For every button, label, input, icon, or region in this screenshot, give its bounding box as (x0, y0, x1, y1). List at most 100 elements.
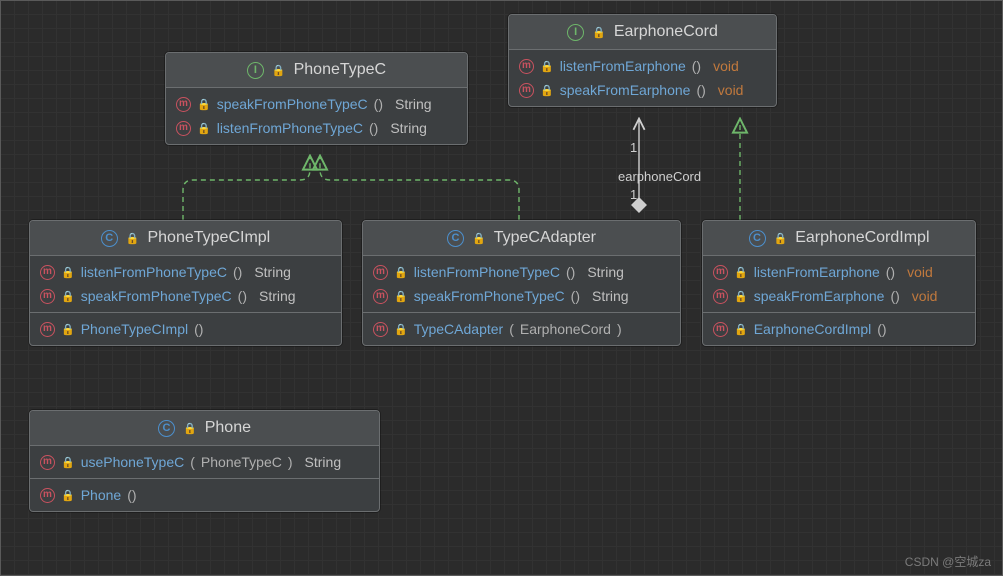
lock-icon: 🔒 (774, 232, 788, 245)
class-icon: C (158, 420, 175, 437)
lock-icon: 🔒 (394, 323, 408, 336)
method-row: m🔒speakFromPhoneTypeC()String (30, 284, 341, 308)
return-type: void (713, 58, 739, 74)
class-title: PhoneTypeC (294, 61, 387, 79)
role-label: earphoneCord (618, 169, 701, 184)
method-icon: m (40, 265, 55, 280)
class-header: C 🔒 TypeCAdapter (363, 221, 680, 256)
lock-icon: 🔒 (734, 266, 748, 279)
lock-icon: 🔒 (394, 266, 408, 279)
class-header: C 🔒 Phone (30, 411, 379, 446)
method-row: m🔒TypeCAdapter(EarphoneCord) (363, 317, 680, 341)
method-row: m 🔒 speakFromEarphone () void (509, 78, 776, 102)
method-params: () (374, 96, 383, 112)
method-icon: m (40, 488, 55, 503)
lock-icon: 🔒 (734, 290, 748, 303)
method-params: () (890, 288, 899, 304)
method-params: () (696, 82, 705, 98)
method-name: PhoneTypeCImpl (81, 321, 188, 337)
method-icon: m (713, 322, 728, 337)
watermark: CSDN @空城za (905, 553, 991, 570)
return-type: String (259, 288, 296, 304)
lock-icon: 🔒 (61, 266, 75, 279)
method-name: speakFromPhoneTypeC (81, 288, 232, 304)
class-header: I 🔒 PhoneTypeC (166, 53, 467, 88)
lock-icon: 🔒 (394, 290, 408, 303)
method-params: () (233, 264, 242, 280)
class-icon: C (749, 230, 766, 247)
method-name: listenFromPhoneTypeC (81, 264, 227, 280)
method-icon: m (40, 455, 55, 470)
method-icon: m (373, 322, 388, 337)
class-icon: C (447, 230, 464, 247)
lock-icon: 🔒 (183, 422, 197, 435)
lock-icon: 🔒 (272, 64, 286, 77)
method-params-pre: ( (509, 321, 514, 337)
method-name: speakFromEarphone (560, 82, 691, 98)
lock-icon: 🔒 (734, 323, 748, 336)
method-name: speakFromPhoneTypeC (414, 288, 565, 304)
return-type: void (718, 82, 744, 98)
return-type: String (395, 96, 432, 112)
lock-icon: 🔒 (540, 60, 554, 73)
class-title: Phone (205, 419, 251, 437)
class-title: EarphoneCord (614, 23, 718, 41)
class-phonetypec[interactable]: I 🔒 PhoneTypeC m🔒speakFromPhoneTypeC()St… (165, 52, 468, 145)
method-icon: m (373, 289, 388, 304)
class-title: PhoneTypeCImpl (147, 229, 270, 247)
method-name: usePhoneTypeC (81, 454, 185, 470)
method-icon: m (713, 289, 728, 304)
method-icon: m (519, 83, 534, 98)
lock-icon: 🔒 (61, 456, 75, 469)
method-row: m🔒listenFromEarphone()void (703, 260, 975, 284)
method-name: TypeCAdapter (414, 321, 504, 337)
method-icon: m (40, 289, 55, 304)
multiplicity-label: 1 (630, 187, 637, 202)
multiplicity-label: 1 (630, 140, 637, 155)
method-name: Phone (81, 487, 121, 503)
method-name: listenFromPhoneTypeC (217, 120, 363, 136)
method-icon: m (40, 322, 55, 337)
class-phonetypecimpl[interactable]: C 🔒 PhoneTypeCImpl m 🔒 listenFromPhoneType… (29, 220, 342, 346)
lock-icon: 🔒 (472, 232, 486, 245)
class-header: C 🔒 EarphoneCordImpl (703, 221, 975, 256)
method-row: m🔒listenFromPhoneTypeC()String (363, 260, 680, 284)
lock-icon: 🔒 (61, 489, 75, 502)
class-title: EarphoneCordImpl (795, 229, 929, 247)
uml-canvas: 1 earphoneCord 1 I 🔒 PhoneTypeC m 🔒 speakF… (0, 0, 1003, 576)
method-row: m🔒speakFromEarphone()void (703, 284, 975, 308)
return-type: String (305, 454, 342, 470)
method-icon: m (373, 265, 388, 280)
method-params: () (566, 264, 575, 280)
method-name: EarphoneCordImpl (754, 321, 872, 337)
method-params: () (877, 321, 886, 337)
lock-icon: 🔒 (540, 84, 554, 97)
method-name: listenFromPhoneTypeC (414, 264, 560, 280)
lock-icon: 🔒 (61, 290, 75, 303)
class-icon: C (101, 230, 118, 247)
method-row: m🔒listenFromPhoneTypeC()String (166, 116, 467, 140)
class-typecadapter[interactable]: C 🔒 TypeCAdapter m 🔒 listenFromPhoneTypeC (… (362, 220, 681, 346)
method-row: m🔒usePhoneTypeC(PhoneTypeC)String (30, 450, 379, 474)
method-params: () (886, 264, 895, 280)
method-icon: m (176, 121, 191, 136)
return-type: String (390, 120, 427, 136)
return-type: void (907, 264, 933, 280)
method-row: m 🔒 EarphoneCordImpl () (703, 317, 975, 341)
method-name: speakFromEarphone (754, 288, 885, 304)
method-row: m🔒speakFromPhoneTypeC()String (363, 284, 680, 308)
class-earphonecord[interactable]: I 🔒 EarphoneCord m🔒listenFromEarphone()v… (508, 14, 777, 107)
class-title: TypeCAdapter (494, 229, 596, 247)
class-phone[interactable]: C 🔒 Phone m🔒usePhoneTypeC(PhoneTypeC)Str… (29, 410, 380, 512)
lock-icon: 🔒 (197, 98, 211, 111)
method-row: m 🔒 Phone () (30, 483, 379, 507)
method-row: m🔒listenFromEarphone()void (509, 54, 776, 78)
method-params: () (127, 487, 136, 503)
return-type: String (592, 288, 629, 304)
method-row: m🔒listenFromPhoneTypeC()String (30, 260, 341, 284)
method-icon: m (176, 97, 191, 112)
method-row: m🔒PhoneTypeCImpl() (30, 317, 341, 341)
class-earphonecordimpl[interactable]: C 🔒 EarphoneCordImpl m 🔒 listenFromEarphon… (702, 220, 976, 346)
method-name: listenFromEarphone (754, 264, 880, 280)
interface-icon: I (567, 24, 584, 41)
